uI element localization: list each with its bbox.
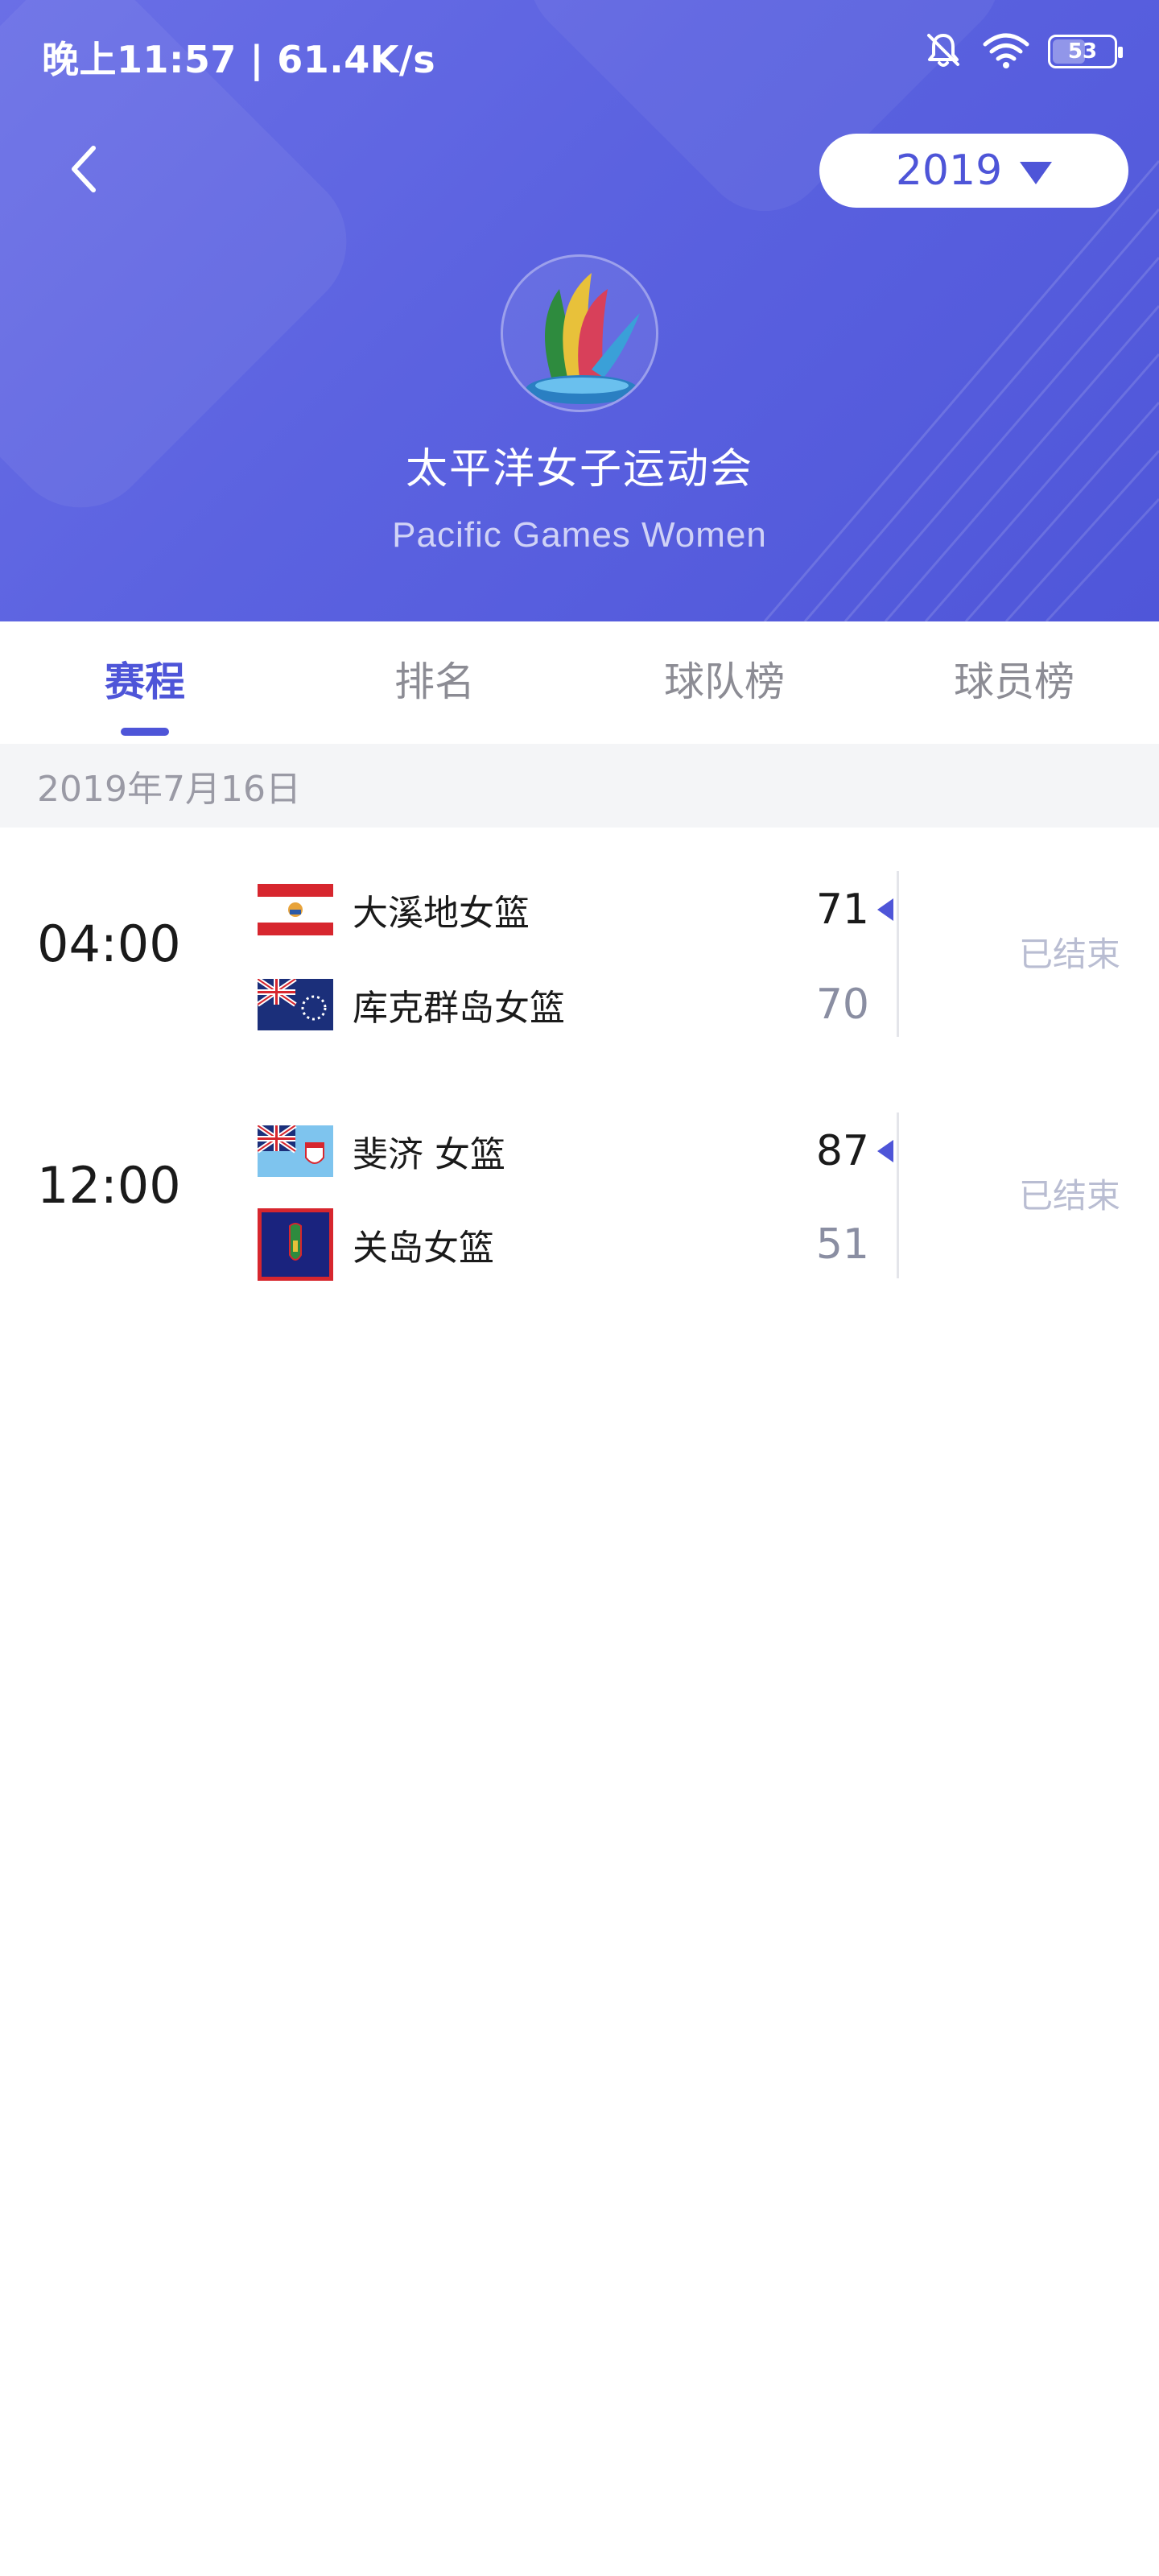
french-polynesia-flag-icon <box>258 884 333 935</box>
winner-indicator-icon <box>877 898 893 921</box>
page: 晚上11:57 | 61.4K/s 53 2019 太平洋女子运动会 Pacif… <box>0 0 1159 2576</box>
home-team-row: 斐济 女篮 87 <box>258 1119 869 1183</box>
winner-indicator-icon <box>877 1140 893 1162</box>
tab-label: 赛程 <box>105 658 185 705</box>
date-header: 2019年7月16日 <box>0 744 1159 828</box>
battery-level: 53 <box>1067 39 1098 64</box>
chevron-left-icon <box>72 146 96 192</box>
league-subtitle: Pacific Games Women <box>392 515 767 555</box>
match-card[interactable]: 12:00 斐济 女篮 87 关岛女篮 51 已结束 <box>0 1104 1159 1290</box>
status-time-speed: 晚上11:57 | 61.4K/s <box>42 38 436 81</box>
wifi-icon <box>982 30 1030 73</box>
away-team-row: 库克群岛女篮 70 <box>258 972 869 1037</box>
year-value: 2019 <box>895 147 1003 195</box>
cook-islands-flag-icon <box>258 979 333 1030</box>
team-score: 51 <box>815 1220 869 1269</box>
year-selector[interactable]: 2019 <box>819 134 1128 208</box>
home-team-row: 大溪地女篮 71 <box>258 877 869 942</box>
team-score: 71 <box>815 886 869 934</box>
tab-player-leaderboard[interactable]: 球员榜 <box>869 621 1159 744</box>
match-time: 04:00 <box>37 914 181 973</box>
caret-down-icon <box>1020 162 1053 184</box>
status-bar: 晚上11:57 | 61.4K/s 53 <box>0 0 1159 105</box>
team-name: 库克群岛女篮 <box>353 988 565 1029</box>
date-label: 2019年7月16日 <box>37 769 301 810</box>
tab-ranking[interactable]: 排名 <box>290 621 580 744</box>
fiji-flag-icon <box>258 1125 333 1177</box>
tab-label: 球队榜 <box>664 658 785 705</box>
team-score: 70 <box>815 980 869 1029</box>
team-score: 87 <box>815 1127 869 1175</box>
back-button[interactable] <box>52 137 116 201</box>
team-name: 斐济 女篮 <box>353 1134 505 1175</box>
tab-label: 排名 <box>394 658 475 705</box>
tab-bar: 赛程 排名 球队榜 球员榜 <box>0 621 1159 744</box>
match-status: 已结束 <box>1018 1176 1120 1216</box>
tab-label: 球员榜 <box>954 658 1074 705</box>
divider <box>897 1113 899 1278</box>
guam-flag-icon <box>258 1208 333 1281</box>
status-icons: 53 <box>922 27 1123 76</box>
league-header: 晚上11:57 | 61.4K/s 53 2019 太平洋女子运动会 Pacif… <box>0 0 1159 621</box>
mute-bell-icon <box>922 29 964 74</box>
away-team-row: 关岛女篮 51 <box>258 1204 869 1285</box>
league-logo <box>501 254 658 412</box>
league-title: 太平洋女子运动会 <box>405 445 753 493</box>
match-status: 已结束 <box>1018 935 1120 974</box>
team-name: 大溪地女篮 <box>353 893 530 934</box>
team-name: 关岛女篮 <box>353 1228 494 1269</box>
tab-schedule[interactable]: 赛程 <box>0 621 290 744</box>
match-card[interactable]: 04:00 大溪地女篮 71 库克群岛女篮 70 已结束 <box>0 863 1159 1048</box>
match-time: 12:00 <box>37 1156 181 1215</box>
tab-team-leaderboard[interactable]: 球队榜 <box>580 621 869 744</box>
active-tab-indicator <box>121 728 169 736</box>
battery-icon: 53 <box>1048 35 1123 68</box>
divider <box>897 871 899 1037</box>
